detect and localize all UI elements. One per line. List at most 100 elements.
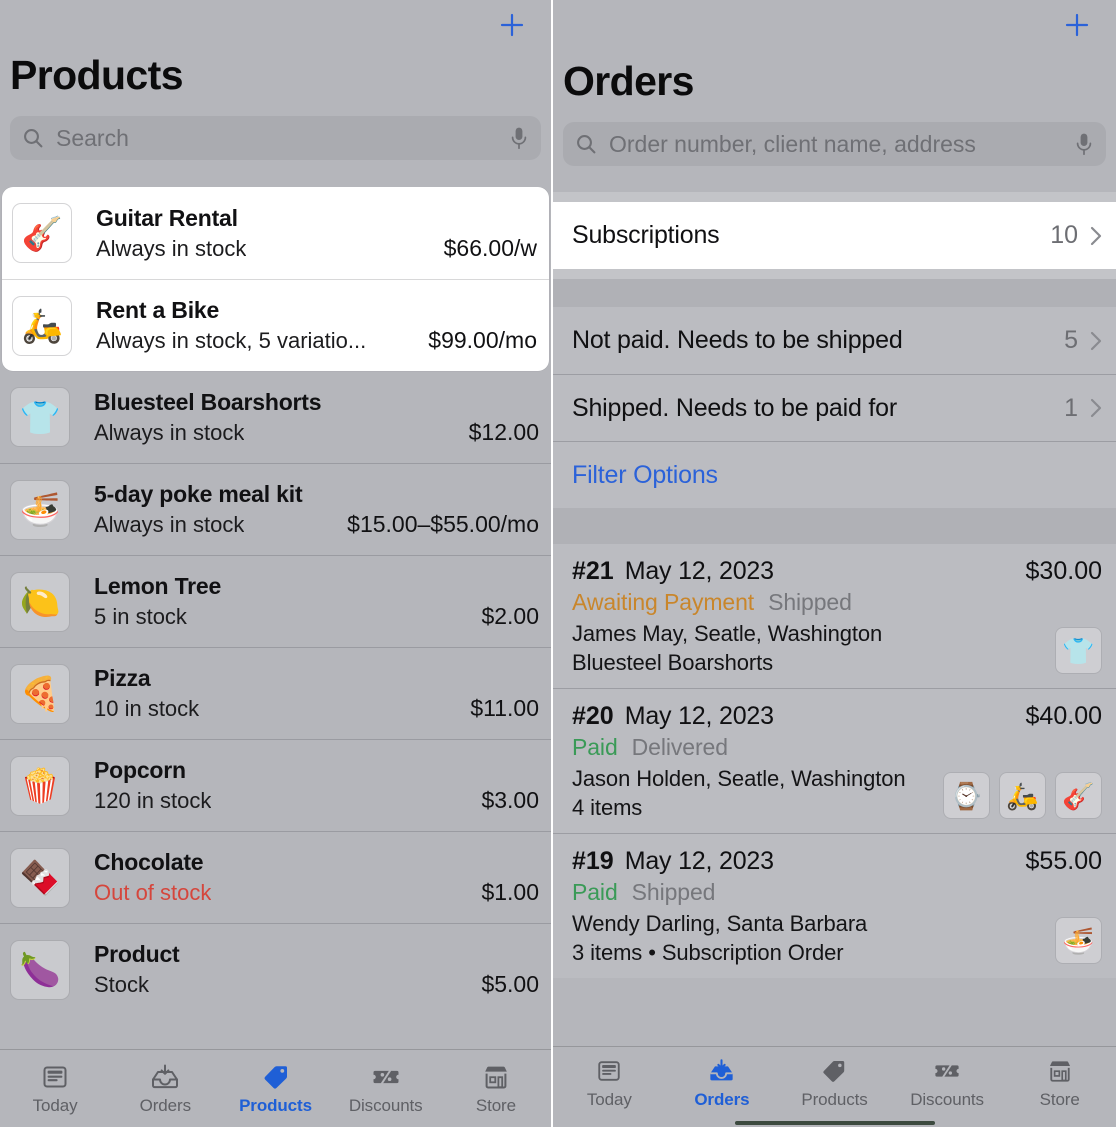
product-stock: Always in stock xyxy=(94,512,245,537)
subscriptions-count: 10 xyxy=(1050,221,1078,249)
tshirt-emoji: 👕 xyxy=(10,387,70,447)
split-view-screen: Products Search 🎸 Guitar Rental Always i… xyxy=(0,0,1116,1127)
guitar-emoji: 🎸 xyxy=(12,203,72,263)
order-date: May 12, 2023 xyxy=(624,847,774,875)
order-right-column: $40.00 ⌚ 🛵 🎸 xyxy=(933,702,1102,821)
order-client: James May, Seatle, Washington xyxy=(572,621,883,646)
order-details: #21 May 12, 2023 Awaiting Payment Shippe… xyxy=(572,557,1014,676)
pizza-emoji: 🍕 xyxy=(10,663,70,724)
tab-today[interactable]: Today xyxy=(553,1047,666,1118)
tshirt-emoji: 👕 xyxy=(1055,627,1102,674)
products-search-input[interactable]: Search xyxy=(10,116,541,160)
chevron-right-icon xyxy=(1089,329,1104,353)
microphone-icon[interactable] xyxy=(509,126,529,150)
product-row[interactable]: 🍋 Lemon Tree 5 in stock $2.00 xyxy=(0,555,551,647)
add-product-button[interactable] xyxy=(495,8,529,42)
subscriptions-row[interactable]: Subscriptions 10 xyxy=(553,202,1116,269)
product-name: Lemon Tree xyxy=(94,573,222,599)
product-stock: 5 in stock xyxy=(94,604,187,629)
products-featured-group: 🎸 Guitar Rental Always in stock $66.00/w… xyxy=(2,187,549,371)
product-row[interactable]: 👕 Bluesteel Boarshorts Always in stock $… xyxy=(0,371,551,463)
product-stock: Always in stock xyxy=(94,419,245,445)
tab-label: Products xyxy=(239,1095,312,1115)
filter-row-shipped-unpaid[interactable]: Shipped. Needs to be paid for 1 xyxy=(553,374,1116,441)
order-number: #21 xyxy=(572,557,614,585)
products-list[interactable]: 🎸 Guitar Rental Always in stock $66.00/w… xyxy=(0,187,551,1049)
orders-tray-icon xyxy=(150,1062,180,1092)
tab-label: Discounts xyxy=(910,1089,984,1109)
watch-emoji: ⌚ xyxy=(943,772,990,819)
chevron-right-icon xyxy=(1089,396,1104,420)
chocolate-emoji: 🍫 xyxy=(10,847,70,908)
scooter-emoji: 🛵 xyxy=(12,295,72,356)
tab-products[interactable]: Products xyxy=(220,1050,330,1127)
storefront-icon xyxy=(1047,1056,1073,1086)
order-client: Jason Holden, Seatle, Washington xyxy=(572,766,906,791)
product-stock: 10 in stock xyxy=(94,696,200,721)
tab-discounts[interactable]: Discounts xyxy=(891,1047,1004,1118)
product-name: 5-day poke meal kit xyxy=(94,481,303,507)
order-details: #19 May 12, 2023 Paid Shipped Wendy Darl… xyxy=(572,847,1014,966)
tab-products[interactable]: Products xyxy=(778,1047,891,1118)
tab-label: Store xyxy=(475,1095,516,1115)
products-main-group: 👕 Bluesteel Boarshorts Always in stock $… xyxy=(0,371,551,1015)
product-info: Pizza 10 in stock $11.00 xyxy=(70,665,539,722)
filter-row-not-paid[interactable]: Not paid. Needs to be shipped 5 xyxy=(553,307,1116,374)
order-row[interactable]: #21 May 12, 2023 Awaiting Payment Shippe… xyxy=(553,544,1116,688)
product-name: Chocolate xyxy=(94,849,204,875)
product-row[interactable]: 🍆 Product Stock $5.00 xyxy=(0,923,551,1015)
product-stock: Always in stock, 5 variatio... xyxy=(96,328,367,353)
tab-store[interactable]: Store xyxy=(1003,1047,1116,1118)
home-indicator-area xyxy=(553,1118,1116,1127)
tab-label: Store xyxy=(1039,1089,1080,1109)
tab-label: Today xyxy=(32,1095,78,1115)
group-spacer xyxy=(553,279,1116,307)
product-name: Guitar Rental xyxy=(96,204,238,231)
orders-search-input[interactable]: Order number, client name, address xyxy=(563,122,1106,166)
order-fulfillment-status: Shipped xyxy=(631,879,716,905)
order-items: 4 items xyxy=(572,795,643,820)
order-date: May 12, 2023 xyxy=(624,702,774,730)
tab-today[interactable]: Today xyxy=(0,1050,110,1127)
discount-ticket-icon xyxy=(371,1062,401,1092)
product-price: $12.00 xyxy=(468,418,539,445)
tab-orders[interactable]: Orders xyxy=(666,1047,779,1118)
product-price: $11.00 xyxy=(470,695,539,721)
product-price: $66.00/w xyxy=(443,234,537,261)
bowl-emoji: 🍜 xyxy=(10,479,70,540)
product-row[interactable]: 🍿 Popcorn 120 in stock $3.00 xyxy=(0,739,551,831)
product-stock: 120 in stock xyxy=(94,788,212,813)
add-order-button[interactable] xyxy=(1060,8,1094,42)
orders-tray-icon xyxy=(707,1056,736,1086)
tab-store[interactable]: Store xyxy=(441,1050,551,1127)
products-page-title: Products xyxy=(10,52,184,98)
filter-label: Not paid. Needs to be shipped xyxy=(572,326,903,354)
order-row[interactable]: #20 May 12, 2023 Paid Delivered Jason Ho… xyxy=(553,688,1116,833)
tag-icon xyxy=(262,1062,290,1092)
eggplant-emoji: 🍆 xyxy=(10,939,70,1000)
filter-options-row[interactable]: Filter Options xyxy=(553,441,1116,508)
product-price: $15.00–$55.00/mo xyxy=(347,511,539,537)
home-indicator[interactable] xyxy=(734,1120,935,1125)
products-nav-bar: Products Search xyxy=(0,0,551,187)
product-name: Rent a Bike xyxy=(96,297,220,323)
microphone-icon[interactable] xyxy=(1074,132,1094,156)
tab-label: Products xyxy=(801,1089,868,1109)
order-row[interactable]: #19 May 12, 2023 Paid Shipped Wendy Darl… xyxy=(553,833,1116,978)
product-stock: Out of stock xyxy=(94,880,212,905)
product-row[interactable]: 🍜 5-day poke meal kit Always in stock $1… xyxy=(0,463,551,555)
search-icon xyxy=(575,133,597,155)
tab-discounts[interactable]: Discounts xyxy=(331,1050,441,1127)
group-spacer xyxy=(553,192,1116,202)
tab-orders[interactable]: Orders xyxy=(110,1050,220,1127)
order-number: #20 xyxy=(572,702,614,730)
product-price: $5.00 xyxy=(481,971,539,997)
product-row[interactable]: 🛵 Rent a Bike Always in stock, 5 variati… xyxy=(2,279,549,371)
group-spacer xyxy=(553,269,1116,279)
product-row[interactable]: 🎸 Guitar Rental Always in stock $66.00/w xyxy=(2,187,549,279)
product-row[interactable]: 🍕 Pizza 10 in stock $11.00 xyxy=(0,647,551,739)
orders-list[interactable]: Subscriptions 10 Not paid. Needs to be s… xyxy=(553,192,1116,1046)
product-info: Guitar Rental Always in stock $66.00/w xyxy=(72,205,537,262)
product-stock: Always in stock xyxy=(96,235,247,261)
product-row[interactable]: 🍫 Chocolate Out of stock $1.00 xyxy=(0,831,551,923)
